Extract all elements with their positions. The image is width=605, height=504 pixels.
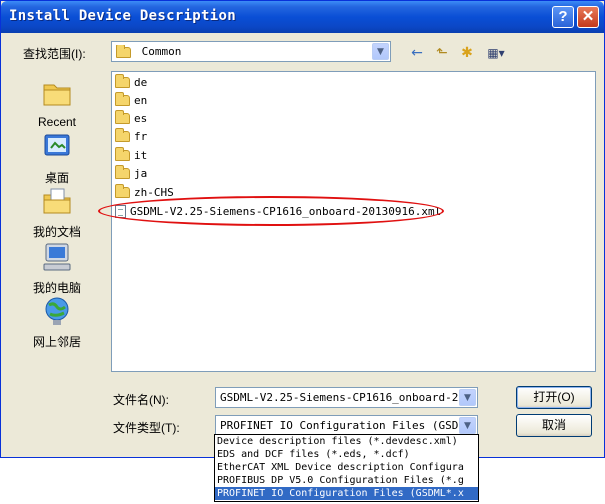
folder-icon [115, 109, 130, 124]
place-network[interactable]: 网上邻居 [23, 295, 91, 350]
list-item[interactable]: ja [115, 164, 147, 182]
cancel-button[interactable]: 取消 [516, 414, 592, 437]
place-desktop[interactable]: 桌面 [23, 131, 91, 186]
lookin-value: Common [141, 45, 182, 58]
back-button[interactable]: ← [406, 43, 428, 63]
recent-folder-icon [43, 84, 71, 106]
folder-icon [115, 164, 130, 179]
close-button[interactable]: ✕ [577, 6, 599, 28]
filetype-combo[interactable]: PROFINET IO Configuration Files (GSDM ▼ [215, 415, 478, 436]
folder-icon [115, 127, 130, 142]
chevron-down-icon[interactable]: ▼ [459, 389, 476, 406]
dropdown-option[interactable]: Device description files (*.devdesc.xml) [215, 435, 478, 448]
filename-label: 文件名(N): [113, 393, 169, 407]
place-my-documents[interactable]: 我的文档 [23, 185, 91, 240]
place-label: 我的文档 [32, 225, 81, 239]
list-item[interactable]: it [115, 146, 147, 164]
open-button[interactable]: 打开(O) [516, 386, 592, 409]
place-my-computer[interactable]: 我的电脑 [23, 241, 91, 296]
chevron-down-icon[interactable]: ▼ [459, 417, 476, 434]
dropdown-option[interactable]: EDS and DCF files (*.eds, *.dcf) [215, 448, 478, 461]
lookin-label: 查找范围(I): [23, 47, 86, 61]
folder-icon [115, 91, 130, 106]
desktop-icon [44, 134, 70, 156]
folder-icon [116, 45, 131, 58]
filetype-dropdown-list[interactable]: Device description files (*.devdesc.xml)… [214, 434, 479, 502]
network-places-icon [45, 297, 69, 325]
list-item[interactable]: es [115, 109, 147, 127]
filename-combo[interactable]: GSDML-V2.25-Siemens-CP1616_onboard-201 ▼ [215, 387, 478, 408]
list-item[interactable]: de [115, 73, 147, 91]
place-label: Recent [37, 115, 77, 129]
place-recent[interactable]: Recent [23, 77, 91, 129]
up-folder-button[interactable]: ⬑ [431, 43, 453, 63]
list-item[interactable]: en [115, 91, 147, 109]
dropdown-option[interactable]: EtherCAT XML Device description Configur… [215, 461, 478, 474]
chevron-down-icon[interactable]: ▼ [372, 43, 389, 60]
filetype-value: PROFINET IO Configuration Files (GSDM [220, 419, 458, 432]
place-label: 网上邻居 [32, 335, 81, 349]
my-documents-icon [43, 188, 71, 214]
dropdown-option-selected[interactable]: PROFINET IO Configuration Files (GSDML*.… [215, 487, 478, 500]
folder-icon [115, 146, 130, 161]
place-label: 桌面 [44, 171, 69, 185]
title-bar[interactable]: Install Device Description ? ✕ [1, 1, 604, 33]
window-title: Install Device Description [9, 8, 236, 24]
filetype-label: 文件类型(T): [113, 421, 180, 435]
view-menu-button[interactable]: ▦▾ [481, 43, 511, 63]
place-label: 我的电脑 [32, 281, 81, 295]
list-item[interactable]: fr [115, 127, 147, 145]
lookin-combo[interactable]: Common ▼ [111, 41, 391, 62]
help-button[interactable]: ? [552, 6, 574, 28]
install-device-description-dialog: Install Device Description ? ✕ 查找范围(I): … [0, 0, 605, 458]
my-computer-icon [43, 243, 71, 271]
highlight-ellipse [98, 196, 444, 226]
places-bar: Recent 桌面 我的文档 我的电脑 网上邻居 [23, 71, 91, 361]
new-folder-button[interactable]: ✱ [456, 43, 478, 63]
dropdown-option[interactable]: PROFIBUS DP V5.0 Configuration Files (*.… [215, 474, 478, 487]
folder-icon [115, 183, 130, 198]
filename-value[interactable]: GSDML-V2.25-Siemens-CP1616_onboard-201 [220, 391, 458, 404]
folder-icon [115, 73, 130, 88]
